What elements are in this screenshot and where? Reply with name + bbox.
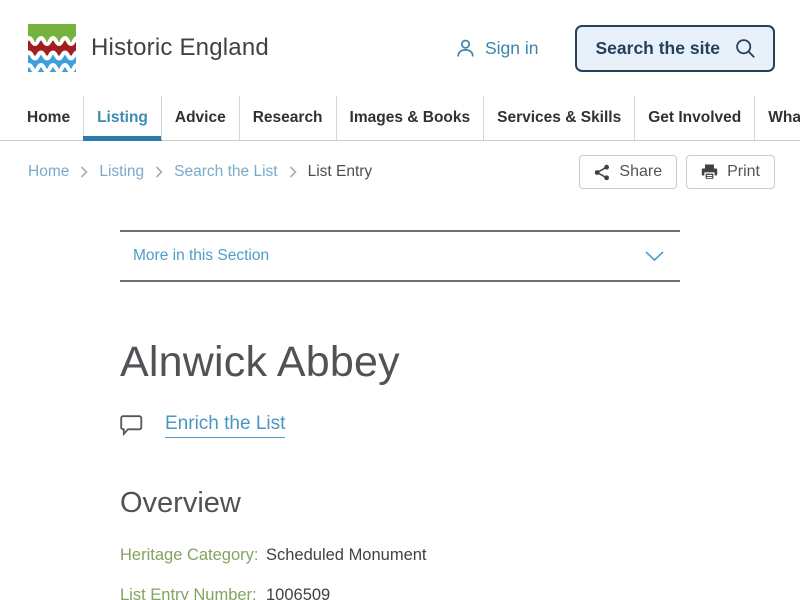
print-button-label: Print bbox=[727, 163, 760, 180]
more-in-this-section-toggle[interactable]: More in this Section bbox=[120, 230, 680, 282]
user-icon bbox=[457, 39, 474, 57]
chevron-right-icon bbox=[155, 166, 163, 178]
print-icon bbox=[701, 164, 718, 180]
list-entry-content: More in this Section Alnwick Abbey Enric… bbox=[120, 230, 680, 600]
nav-item-services-skills[interactable]: Services & Skills bbox=[483, 96, 634, 140]
print-button[interactable]: Print bbox=[686, 155, 775, 189]
heritage-category-label: Heritage Category: bbox=[120, 546, 259, 564]
nav-item-images-books[interactable]: Images & Books bbox=[335, 96, 484, 140]
logo-waves-icon bbox=[28, 24, 76, 72]
chevron-down-icon bbox=[645, 250, 664, 261]
speech-bubble-icon bbox=[120, 415, 143, 436]
nav-item-get-involved[interactable]: Get Involved bbox=[634, 96, 754, 140]
enrich-the-list-link[interactable]: Enrich the List bbox=[165, 413, 286, 438]
nav-item-whats-new[interactable]: What's New bbox=[754, 96, 800, 140]
overview-fields: Heritage Category: Scheduled Monument Li… bbox=[120, 546, 680, 600]
historic-england-logo[interactable]: Historic England bbox=[28, 24, 269, 72]
nav-item-advice[interactable]: Advice bbox=[160, 96, 239, 140]
search-button-label: Search the site bbox=[595, 37, 721, 58]
search-the-site-button[interactable]: Search the site bbox=[574, 24, 775, 72]
breadcrumb-search-the-list[interactable]: Search the List bbox=[174, 163, 277, 181]
enrich-the-list-row: Enrich the List bbox=[120, 413, 680, 438]
chevron-right-icon bbox=[80, 166, 88, 178]
more-in-this-section-label: More in this Section bbox=[133, 247, 270, 264]
page-title: Alnwick Abbey bbox=[120, 338, 400, 386]
sign-in-link[interactable]: Sign in bbox=[455, 38, 539, 59]
share-icon bbox=[595, 164, 610, 180]
site-header: Historic England Sign in Search the site bbox=[0, 0, 800, 96]
breadcrumb-bar: Home Listing Search the List List Entry … bbox=[0, 141, 800, 189]
chevron-right-icon bbox=[289, 166, 297, 178]
share-button[interactable]: Share bbox=[579, 155, 678, 189]
list-entry-number-value: 1006509 bbox=[266, 585, 331, 600]
main-navigation: Home Listing Advice Research Images & Bo… bbox=[0, 96, 800, 141]
nav-item-listing[interactable]: Listing bbox=[83, 96, 162, 141]
list-entry-number-row: List Entry Number: 1006509 bbox=[120, 586, 680, 600]
logo-wordmark: Historic England bbox=[91, 34, 269, 61]
heritage-category-row: Heritage Category: Scheduled Monument bbox=[120, 546, 680, 566]
breadcrumb-current-list-entry: List Entry bbox=[307, 163, 373, 180]
overview-heading: Overview bbox=[120, 487, 241, 519]
share-button-label: Share bbox=[619, 163, 663, 180]
list-entry-number-label: List Entry Number: bbox=[120, 585, 257, 600]
search-icon bbox=[736, 38, 755, 58]
breadcrumb-home[interactable]: Home bbox=[28, 163, 69, 181]
nav-item-research[interactable]: Research bbox=[238, 96, 336, 140]
heritage-category-value: Scheduled Monument bbox=[266, 546, 427, 564]
sign-in-label: Sign in bbox=[484, 37, 539, 58]
breadcrumb: Home Listing Search the List List Entry bbox=[28, 163, 372, 181]
nav-item-home[interactable]: Home bbox=[14, 96, 83, 140]
breadcrumb-listing[interactable]: Listing bbox=[99, 163, 144, 181]
